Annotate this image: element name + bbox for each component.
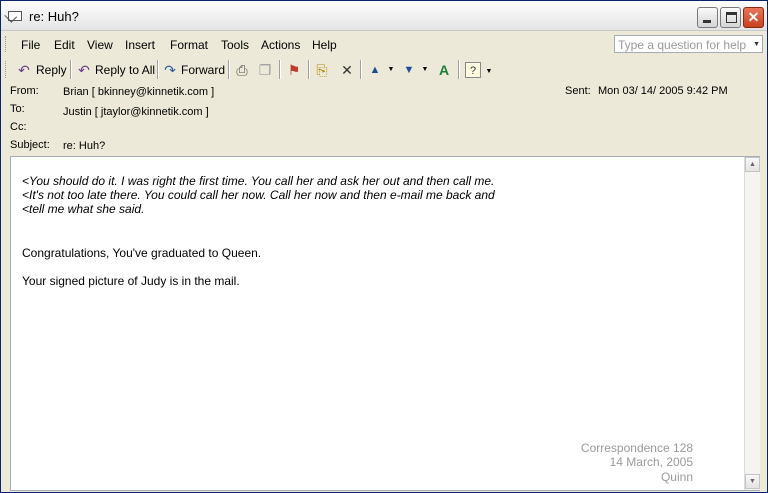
help-placeholder: Type a question for help [618, 38, 747, 52]
scroll-down-icon[interactable]: ▼ [745, 474, 760, 489]
help-icon: ? [465, 62, 481, 78]
quoted-line: <tell me what she said. [22, 202, 145, 216]
copy-button[interactable]: ❐ [256, 60, 274, 79]
subject-label: Subject: [10, 139, 50, 151]
help-dropdown-icon[interactable]: ▼ [485, 64, 493, 80]
close-button[interactable]: ✕ [743, 7, 764, 28]
message-body[interactable]: <You should do it. I was right the first… [10, 156, 760, 491]
from-value[interactable]: Brian [ bkinney@kinnetik.com ] [63, 86, 214, 98]
vertical-scrollbar[interactable]: ▲ ▼ [744, 157, 760, 490]
body-paragraph: Your signed picture of Judy is in the ma… [22, 274, 240, 288]
menu-file[interactable]: File [21, 38, 40, 52]
to-label: To: [10, 103, 25, 115]
menu-actions[interactable]: Actions [261, 38, 300, 52]
body-paragraph: Congratulations, You've graduated to Que… [22, 246, 262, 260]
sent-label: Sent: [565, 85, 591, 97]
toolbar-separator [360, 60, 361, 79]
menu-tools[interactable]: Tools [221, 38, 249, 52]
toolbar-separator [279, 60, 280, 79]
delete-button[interactable]: ✕ [338, 60, 356, 79]
reply-label: Reply [36, 63, 67, 77]
minimize-icon [703, 20, 711, 23]
title-bar[interactable]: re: Huh? ✕ [1, 1, 767, 31]
signature-line: Correspondence 128 [580, 441, 693, 455]
toolbar-grip[interactable] [5, 61, 8, 78]
help-button[interactable]: ? [464, 60, 482, 79]
flag-icon: ⚑ [287, 62, 301, 78]
forward-label: Forward [181, 63, 226, 77]
menu-insert[interactable]: Insert [125, 38, 155, 52]
signature-line: 14 March, 2005 [609, 455, 693, 469]
delete-icon: ✕ [341, 62, 353, 78]
toolbar-separator [308, 60, 309, 79]
message-window: re: Huh? ✕ File Edit View Insert Format … [0, 0, 768, 493]
forward-button[interactable]: ↷ Forward [161, 60, 226, 79]
menu-format[interactable]: Format [170, 38, 208, 52]
envelope-icon [8, 11, 22, 21]
to-value[interactable]: Justin [ jtaylor@kinnetik.com ] [63, 106, 209, 118]
signature-line: Quinn [660, 470, 693, 484]
dropdown-arrow-icon[interactable]: ▼ [753, 41, 760, 48]
menu-help[interactable]: Help [312, 38, 337, 52]
reply-all-icon: ↶ [78, 62, 90, 78]
help-search-input[interactable]: Type a question for help ▼ [614, 35, 763, 53]
address-book-button[interactable]: A [435, 60, 453, 79]
previous-item-button[interactable]: ▲ [366, 60, 384, 79]
reply-button[interactable]: ↶ Reply [15, 60, 67, 79]
next-item-icon: ▼ [403, 64, 415, 76]
toolbar-separator [157, 60, 158, 79]
scroll-up-icon[interactable]: ▲ [745, 157, 760, 172]
close-icon: ✕ [747, 9, 760, 25]
next-item-button[interactable]: ▼ [400, 60, 418, 79]
standard-toolbar: ↶ Reply ↶ Reply to All ↷ Forward ⎙ ❐ ⚑ ⎘… [1, 57, 767, 82]
window-title: re: Huh? [29, 9, 79, 24]
from-label: From: [10, 85, 39, 97]
toolbar-separator [70, 60, 71, 79]
menu-grip[interactable] [5, 36, 8, 52]
reply-all-button[interactable]: ↶ Reply to All [75, 60, 156, 79]
next-dropdown-icon[interactable]: ▼ [421, 62, 429, 78]
sent-value: Mon 03/ 14/ 2005 9:42 PM [598, 85, 728, 97]
follow-up-flag-button[interactable]: ⚑ [285, 60, 303, 79]
quoted-line: <It's not too late there. You could call… [22, 188, 495, 202]
menu-view[interactable]: View [87, 38, 113, 52]
move-to-folder-icon: ⎘ [316, 62, 328, 78]
quoted-line: <You should do it. I was right the first… [22, 174, 495, 188]
maximize-icon [726, 12, 737, 23]
previous-dropdown-icon[interactable]: ▼ [387, 62, 395, 78]
maximize-button[interactable] [720, 7, 741, 28]
forward-icon: ↷ [164, 62, 176, 78]
move-to-folder-button[interactable]: ⎘ [313, 60, 333, 79]
reply-all-label: Reply to All [95, 63, 156, 77]
reply-icon: ↶ [18, 62, 30, 78]
toolbar-separator [458, 60, 459, 79]
copy-icon: ❐ [258, 62, 272, 78]
menu-bar: File Edit View Insert Format Tools Actio… [1, 32, 767, 56]
menu-edit[interactable]: Edit [54, 38, 75, 52]
print-button[interactable]: ⎙ [233, 60, 251, 79]
print-icon: ⎙ [236, 62, 248, 78]
address-book-icon: A [438, 62, 450, 78]
minimize-button[interactable] [697, 7, 718, 28]
previous-item-icon: ▲ [369, 64, 381, 76]
toolbar-separator [228, 60, 229, 79]
cc-label: Cc: [10, 121, 27, 133]
subject-value: re: Huh? [63, 140, 106, 152]
